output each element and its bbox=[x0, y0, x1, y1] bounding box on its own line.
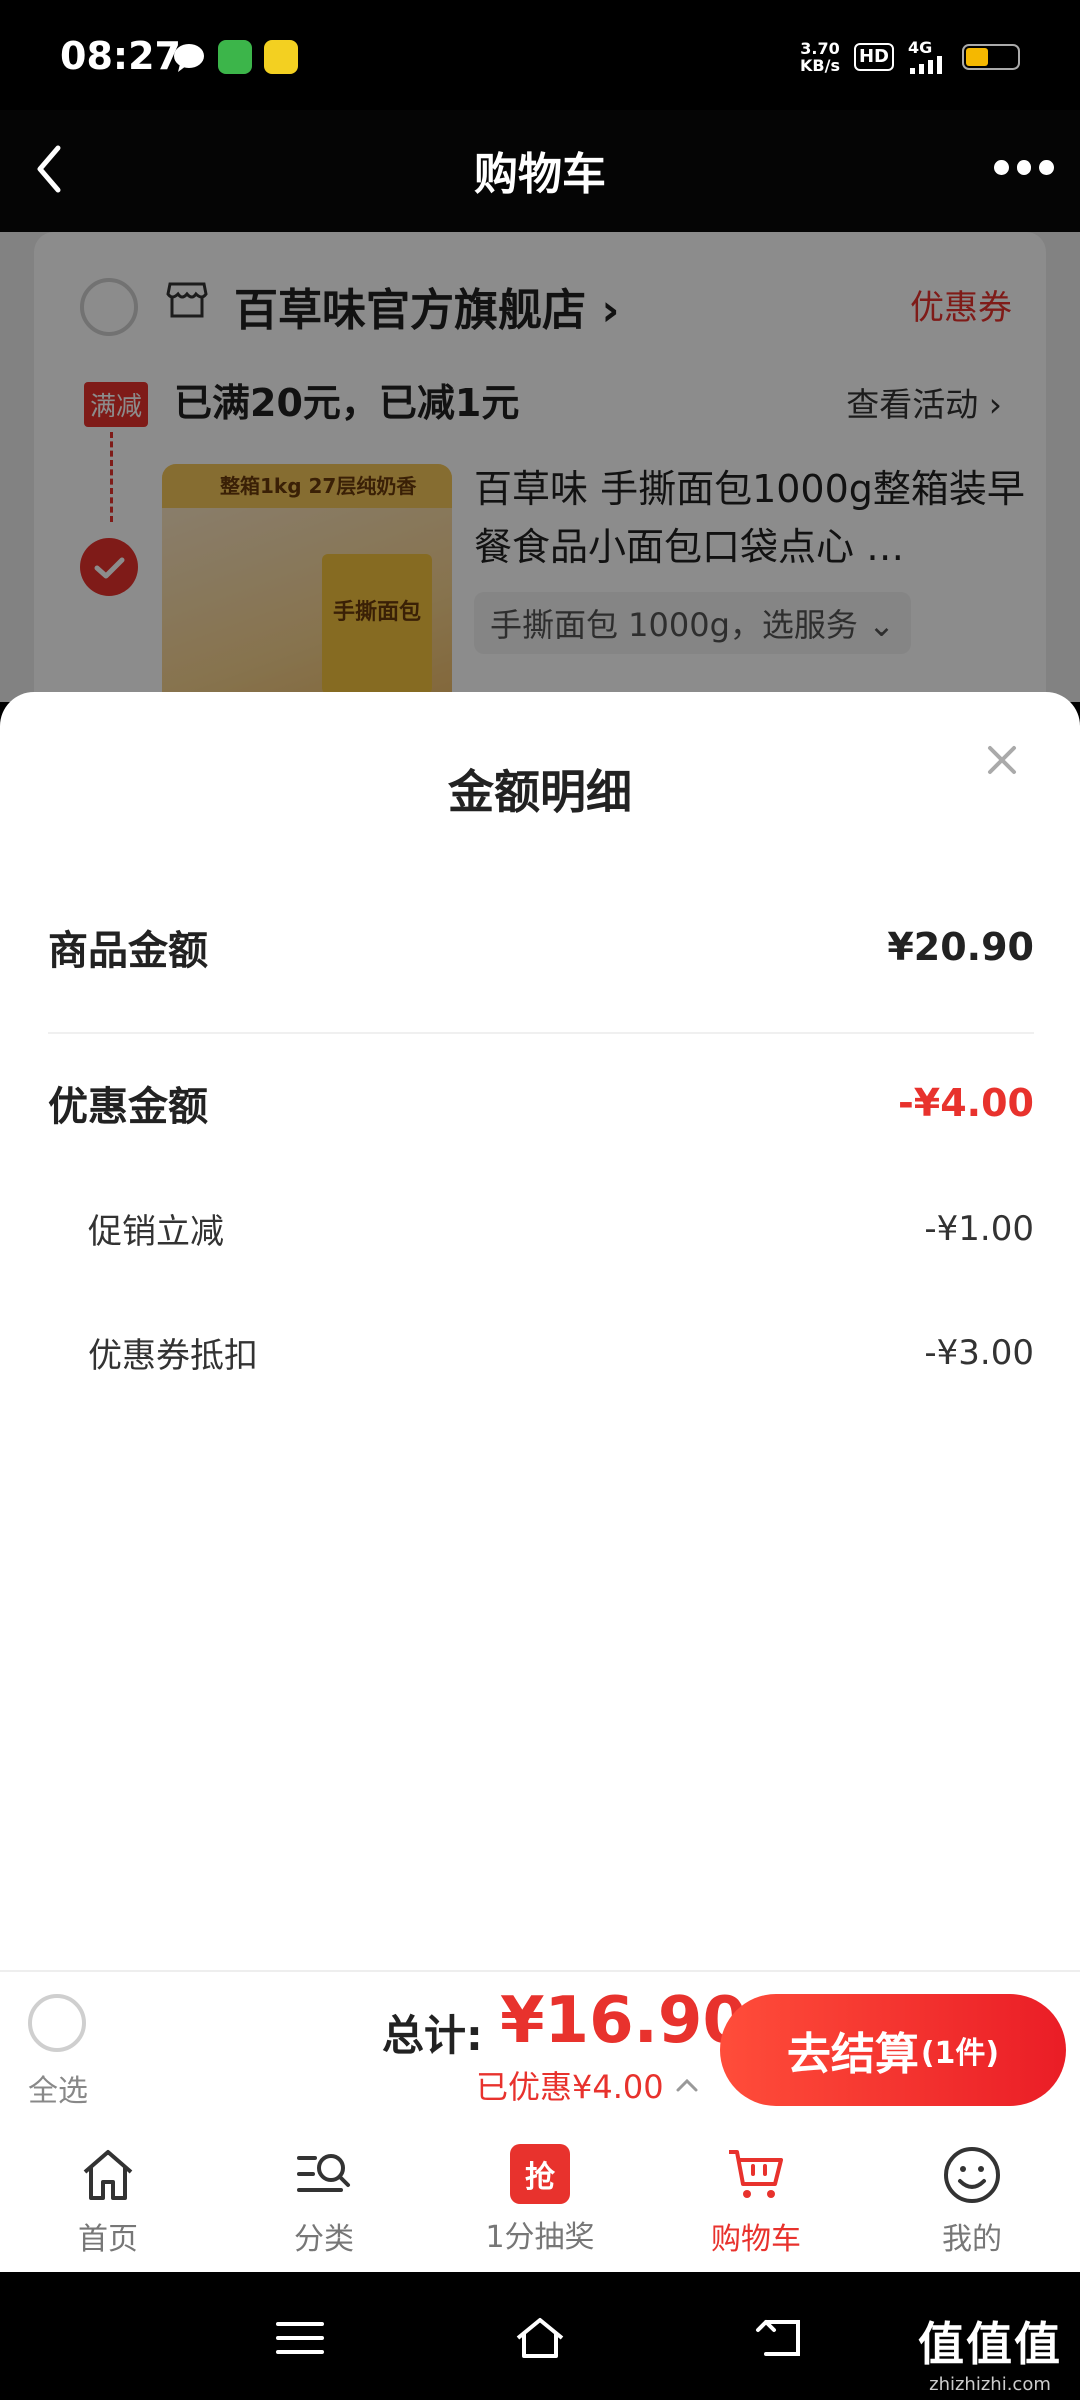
divider bbox=[48, 1032, 1034, 1034]
tab-home[interactable]: 首页 bbox=[0, 2122, 216, 2272]
signal-bars-icon bbox=[910, 56, 942, 74]
cart-icon bbox=[729, 2150, 783, 2198]
net-speed: 3.70 KB/s bbox=[800, 39, 840, 75]
status-time: 08:27 bbox=[60, 34, 181, 78]
battery-icon bbox=[962, 44, 1020, 70]
message-bubble-icon bbox=[174, 44, 204, 72]
back-nav-icon[interactable] bbox=[752, 2314, 808, 2362]
app-notification-icon bbox=[264, 40, 298, 74]
grab-icon: 抢 bbox=[510, 2144, 570, 2204]
tab-mine[interactable]: 我的 bbox=[864, 2122, 1080, 2272]
tab-lottery[interactable]: 抢 1分抽奖 bbox=[432, 2122, 648, 2272]
system-nav-bar: 值值值 zhizhizhi.com bbox=[0, 2272, 1080, 2400]
select-all-label[interactable]: 全选 bbox=[28, 2066, 88, 2110]
select-all-checkbox[interactable] bbox=[28, 1994, 86, 2052]
promo-discount-row: 促销立减 -¥1.00 bbox=[88, 1204, 1034, 1253]
signal-icon: 4G bbox=[908, 40, 948, 74]
status-right-group: 3.70 KB/s HD 4G bbox=[800, 40, 1020, 74]
discount-amount-value: -¥4.00 bbox=[898, 1081, 1034, 1125]
page-title: 购物车 bbox=[474, 149, 606, 200]
chevron-up-icon bbox=[676, 2078, 698, 2092]
more-options-icon[interactable] bbox=[994, 152, 1055, 182]
close-icon[interactable] bbox=[974, 732, 1030, 788]
bottom-tab-bar: 首页 分类 抢 1分抽奖 购物车 我的 bbox=[0, 2122, 1080, 2272]
status-bar: 08:27 3.70 KB/s HD 4G bbox=[0, 0, 1080, 110]
modal-overlay[interactable] bbox=[0, 232, 1080, 702]
promo-discount-label: 促销立减 bbox=[88, 1212, 224, 1252]
discount-amount-label: 优惠金额 bbox=[48, 1084, 208, 1130]
amount-detail-sheet: 金额明细 商品金额 ¥20.90 优惠金额 -¥4.00 促销立减 -¥1.00… bbox=[0, 692, 1080, 1970]
category-search-icon bbox=[297, 2154, 350, 2192]
hd-badge: HD bbox=[853, 43, 894, 71]
menu-icon[interactable] bbox=[272, 2314, 328, 2362]
smiley-icon bbox=[944, 2147, 1000, 2203]
coupon-discount-row: 优惠券抵扣 -¥3.00 bbox=[88, 1328, 1034, 1377]
total-value: ¥16.90 bbox=[500, 1984, 747, 2058]
tab-category[interactable]: 分类 bbox=[216, 2122, 432, 2272]
checkout-button[interactable]: 去结算 (1件) bbox=[720, 1994, 1066, 2106]
home-icon bbox=[83, 2150, 133, 2200]
checkout-bar: 全选 总计: ¥16.90 已优惠¥4.00 去结算 (1件) bbox=[0, 1970, 1080, 2122]
goods-amount-value: ¥20.90 bbox=[887, 925, 1034, 969]
goods-amount-label: 商品金额 bbox=[48, 928, 208, 974]
total-label: 总计: bbox=[382, 2011, 483, 2060]
app-notification-icon bbox=[218, 40, 252, 74]
sheet-title: 金额明细 bbox=[448, 765, 632, 819]
discount-amount-row: 优惠金额 -¥4.00 bbox=[48, 1074, 1034, 1132]
tab-cart[interactable]: 购物车 bbox=[648, 2122, 864, 2272]
coupon-discount-label: 优惠券抵扣 bbox=[88, 1336, 258, 1376]
watermark: 值值值 zhizhizhi.com bbox=[918, 2317, 1062, 2395]
home-nav-icon[interactable] bbox=[512, 2314, 568, 2362]
promo-discount-value: -¥1.00 bbox=[924, 1208, 1034, 1249]
nav-header: 购物车 bbox=[0, 110, 1080, 232]
goods-amount-row: 商品金额 ¥20.90 bbox=[48, 918, 1034, 976]
saved-amount-toggle[interactable]: 已优惠¥4.00 bbox=[476, 2062, 700, 2108]
coupon-discount-value: -¥3.00 bbox=[924, 1332, 1034, 1373]
